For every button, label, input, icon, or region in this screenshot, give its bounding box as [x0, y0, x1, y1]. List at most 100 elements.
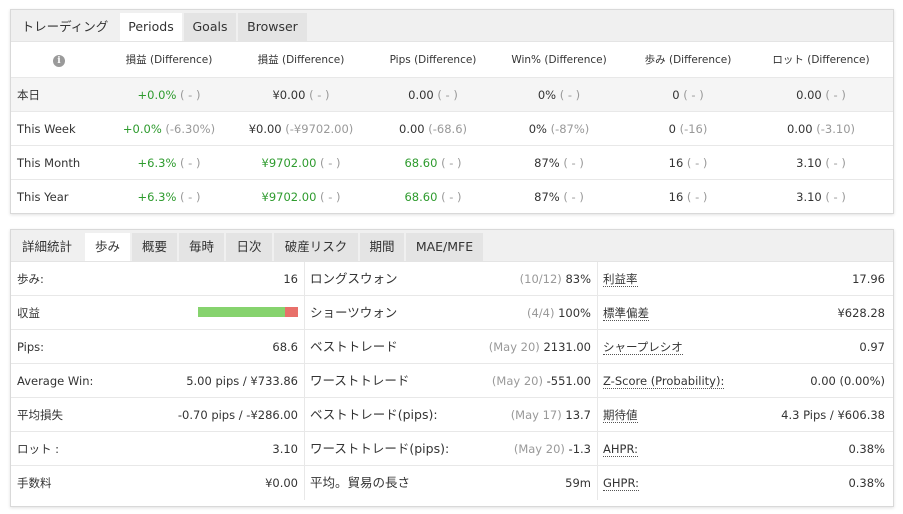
- stat-value: (10/12) 83%: [520, 262, 591, 296]
- stat-label-tooltip[interactable]: Z-Score (Probability):: [603, 364, 725, 398]
- column-divider: [304, 262, 305, 296]
- stat-number: 13.7: [565, 408, 591, 422]
- column-divider: [304, 466, 305, 500]
- period-difference: (-6.30%): [165, 122, 216, 136]
- column-divider: [597, 296, 598, 330]
- period-difference: ( - ): [309, 88, 330, 102]
- period-difference: ( - ): [563, 156, 584, 170]
- tab-goals[interactable]: Goals: [184, 13, 236, 41]
- period-difference: ( - ): [180, 190, 201, 204]
- stat-label: ワーストトレード(pips):: [310, 441, 450, 456]
- header-lots[interactable]: ロット (Difference): [758, 41, 884, 77]
- period-value: ¥9702.00: [261, 190, 317, 204]
- period-value: 16: [668, 156, 684, 170]
- period-value: 68.60: [404, 190, 438, 204]
- period-cell: 16 ( - ): [625, 180, 751, 214]
- period-cell: 3.10 ( - ): [758, 146, 884, 180]
- period-value: 87%: [534, 156, 560, 170]
- period-cell: ¥9702.00 ( - ): [238, 146, 364, 180]
- stat-value: (May 20) -1.3: [514, 432, 591, 466]
- stat-value: 0.97: [859, 340, 885, 354]
- info-icon-cell: i: [41, 41, 77, 77]
- stat-label: 標準偏差: [603, 306, 649, 321]
- tab-summary[interactable]: 概要: [132, 233, 177, 261]
- stat-label: 歩み:: [17, 272, 44, 286]
- period-cell: 68.60 ( - ): [370, 180, 496, 214]
- tab-risk-of-ruin[interactable]: 破産リスク: [274, 233, 358, 261]
- tab-trades[interactable]: 歩み: [85, 233, 130, 261]
- period-value: 0.00: [796, 88, 822, 102]
- period-difference: ( - ): [320, 190, 341, 204]
- stat-label: シャープレシオ: [603, 340, 683, 355]
- period-cell: 3.10 ( - ): [758, 180, 884, 214]
- period-row: This Week +0.0% (-6.30%) ¥0.00 (-¥9702.00)…: [11, 112, 893, 146]
- column-divider: [597, 398, 598, 432]
- tab-detailed-stats[interactable]: 詳細統計: [11, 233, 83, 261]
- stats-row: Average Win: 5.00 pips / ¥733.86 ワーストトレード (…: [11, 364, 893, 398]
- stat-value: 5.00 pips / ¥733.86: [186, 374, 298, 388]
- stat-label-tooltip[interactable]: 標準偏差: [603, 296, 649, 330]
- stat-extra: (4/4): [526, 306, 555, 320]
- stat-number: 83%: [565, 272, 591, 286]
- tab-trading[interactable]: トレーディング: [11, 13, 119, 41]
- header-profit-amount[interactable]: 損益 (Difference): [238, 41, 364, 77]
- period-value: 0.00: [787, 122, 813, 136]
- stat-label-tooltip[interactable]: シャープレシオ: [603, 330, 683, 364]
- tab-browser[interactable]: Browser: [238, 13, 307, 41]
- period-difference: ( - ): [437, 88, 458, 102]
- column-divider: [597, 466, 598, 500]
- stat-label: 収益: [17, 306, 40, 320]
- header-trades[interactable]: 歩み (Difference): [625, 41, 751, 77]
- stat-value: -0.70 pips / -¥286.00: [177, 408, 298, 422]
- tab-mae-mfe[interactable]: MAE/MFE: [406, 233, 483, 261]
- periods-panel: トレーディング Periods Goals Browser i 損益 (Diff…: [10, 9, 894, 214]
- period-difference: ( - ): [441, 156, 462, 170]
- stat-extra: (May 17): [510, 408, 562, 422]
- stats-panel: 詳細統計 歩み 概要 毎時 日次 破産リスク 期間 MAE/MFE 歩み: 16 ロ…: [10, 229, 894, 507]
- period-difference: ( - ): [825, 88, 846, 102]
- period-difference: ( - ): [180, 88, 201, 102]
- periods-header-row: i 損益 (Difference) 損益 (Difference) Pips (…: [11, 41, 893, 77]
- stat-label: Z-Score (Probability):: [603, 374, 725, 389]
- header-pips[interactable]: Pips (Difference): [370, 41, 496, 77]
- period-difference: ( - ): [563, 190, 584, 204]
- stats-row: 収益 ショーツウォン (4/4) 100% 標準偏差 ¥628.28: [11, 296, 893, 330]
- period-value: 0%: [528, 122, 547, 136]
- period-value: +6.3%: [137, 190, 177, 204]
- period-cell: 0 (-16): [625, 112, 751, 146]
- tab-daily[interactable]: 日次: [226, 233, 272, 261]
- tab-hourly[interactable]: 毎時: [179, 233, 224, 261]
- stat-label-tooltip[interactable]: GHPR:: [603, 466, 640, 500]
- stat-value: 0.38%: [848, 442, 885, 456]
- column-divider: [597, 432, 598, 466]
- period-cell: ¥0.00 ( - ): [238, 78, 364, 112]
- stat-value: (4/4) 100%: [527, 296, 591, 330]
- period-difference: ( - ): [686, 156, 708, 170]
- stat-label-tooltip[interactable]: 利益率: [603, 262, 638, 296]
- period-value: ¥0.00: [248, 122, 282, 136]
- stat-value: 0.00 (0.00%): [810, 374, 885, 388]
- stat-value: 68.6: [272, 340, 298, 354]
- stat-number: -1.3: [568, 442, 591, 456]
- info-icon[interactable]: i: [53, 55, 65, 67]
- tab-duration[interactable]: 期間: [360, 233, 404, 261]
- stat-value: (May 20) -551.00: [492, 364, 591, 398]
- tab-periods[interactable]: Periods: [120, 13, 182, 41]
- header-win-percent[interactable]: Win% (Difference): [496, 41, 622, 77]
- stat-value: 16: [283, 272, 298, 286]
- period-value: 68.60: [404, 156, 438, 170]
- stat-label: AHPR:: [603, 442, 638, 457]
- stat-label: Average Win:: [17, 374, 94, 388]
- period-cell: 16 ( - ): [625, 146, 751, 180]
- header-profit-percent[interactable]: 損益 (Difference): [106, 41, 232, 77]
- period-value: 0: [672, 88, 680, 102]
- stat-label-tooltip[interactable]: 期待値: [603, 398, 638, 432]
- stat-label-tooltip[interactable]: AHPR:: [603, 432, 638, 466]
- stat-number: 2131.00: [543, 340, 591, 354]
- period-cell: 0 ( - ): [625, 78, 751, 112]
- period-difference: (-¥9702.00): [285, 122, 354, 136]
- stats-row: Pips: 68.6 ベストトレード (May 20) 2131.00 シャープレシオ 0…: [11, 330, 893, 364]
- period-cell: ¥0.00 (-¥9702.00): [238, 112, 364, 146]
- period-difference: ( - ): [683, 88, 704, 102]
- stats-row: 歩み: 16 ロングスウォン (10/12) 83% 利益率 17.96: [11, 262, 893, 296]
